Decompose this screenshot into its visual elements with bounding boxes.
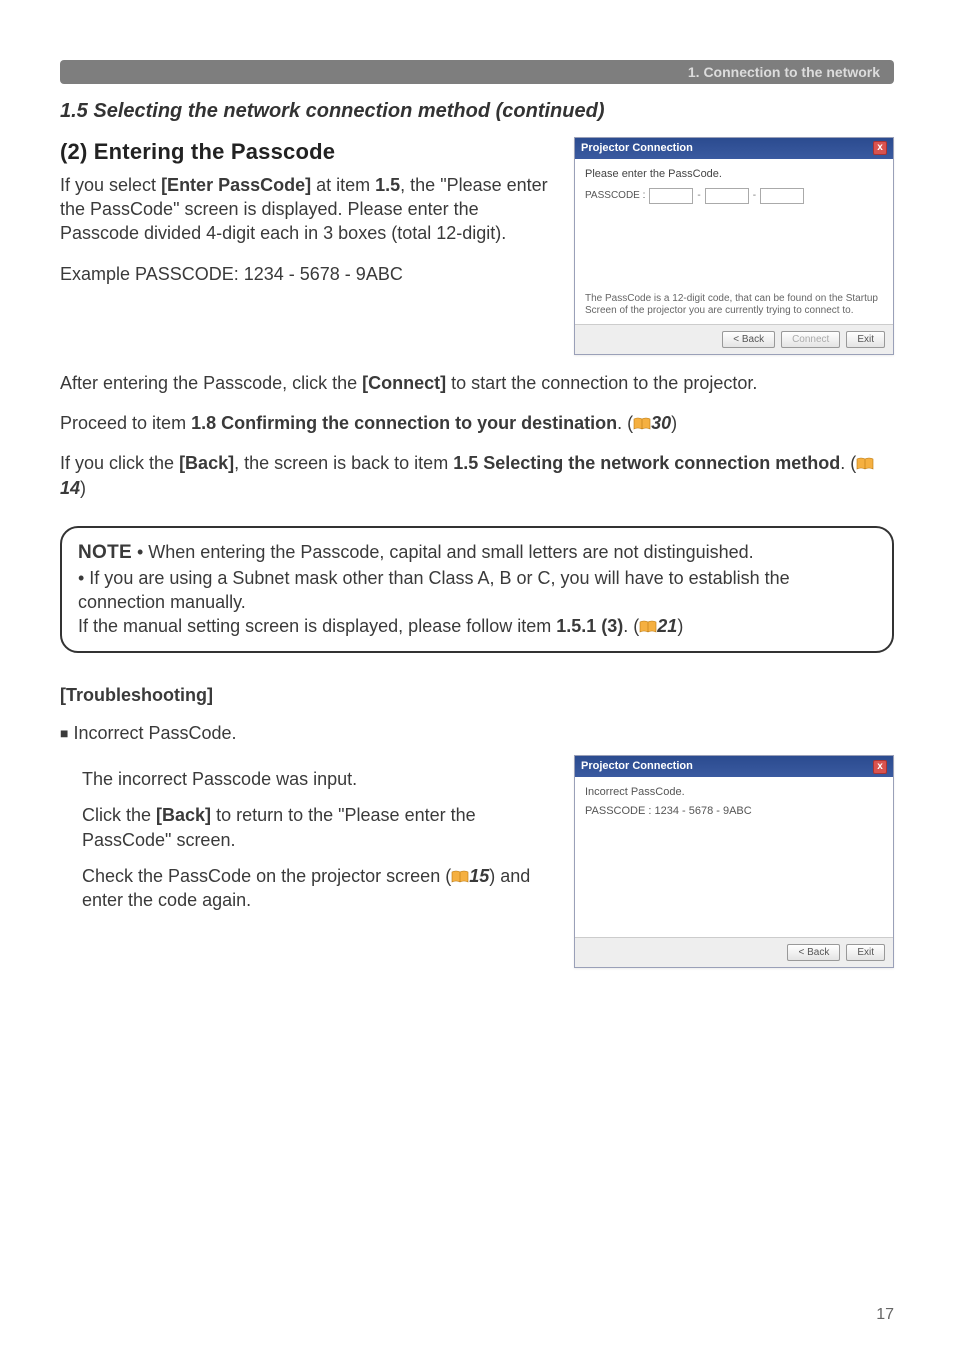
trouble-p3: Check the PassCode on the projector scre…: [82, 864, 550, 913]
proceed-paragraph: Proceed to item 1.8 Confirming the conne…: [60, 411, 894, 435]
note-box: NOTE • When entering the Passcode, capit…: [60, 526, 894, 653]
trouble-p2: Click the [Back] to return to the "Pleas…: [82, 803, 550, 852]
item-ref: 1.5: [375, 175, 400, 195]
after-entering-paragraph: After entering the Passcode, click the […: [60, 371, 894, 395]
page-ref: 15: [469, 866, 489, 886]
exit-button[interactable]: Exit: [846, 331, 885, 348]
dialog-titlebar: Projector Connection x: [575, 756, 893, 777]
text: Proceed to item: [60, 413, 191, 433]
sub-heading: (2) Entering the Passcode: [60, 137, 550, 167]
item-ref-1_5_1: 1.5.1 (3): [556, 616, 623, 636]
intro-paragraph: If you select [Enter PassCode] at item 1…: [60, 173, 550, 246]
note-label: NOTE: [78, 542, 132, 563]
item-ref-1_5: 1.5 Selecting the network connection met…: [453, 453, 840, 473]
text: . (: [840, 453, 856, 473]
dialog-titlebar: Projector Connection x: [575, 138, 893, 159]
incorrect-passcode-dialog: Projector Connection x Incorrect PassCod…: [574, 755, 894, 968]
section-heading: 1.5 Selecting the network connection met…: [60, 98, 894, 125]
trouble-p1: The incorrect Passcode was input.: [82, 767, 550, 791]
book-icon: [639, 620, 657, 634]
text: Check the PassCode on the projector scre…: [82, 866, 451, 886]
back-label: [Back]: [179, 453, 234, 473]
passcode-dialog: Projector Connection x Please enter the …: [574, 137, 894, 355]
text: . (: [623, 616, 639, 636]
item-ref-1_8: 1.8 Confirming the connection to your de…: [191, 413, 617, 433]
back-label: [Back]: [156, 805, 211, 825]
connect-button[interactable]: Connect: [781, 331, 840, 348]
book-icon: [451, 870, 469, 884]
dialog-prompt: Please enter the PassCode.: [585, 167, 883, 182]
text: If the manual setting screen is displaye…: [78, 616, 556, 636]
troubleshooting-heading: [Troubleshooting]: [60, 683, 894, 707]
note-line-3: If the manual setting screen is displaye…: [78, 614, 876, 638]
dialog-error-line: Incorrect PassCode.: [585, 785, 883, 800]
text: to start the connection to the projector…: [446, 373, 757, 393]
bullet-text: Incorrect PassCode.: [73, 723, 236, 743]
bullet-incorrect-passcode: ■ Incorrect PassCode.: [60, 721, 894, 745]
text: . (: [617, 413, 633, 433]
dialog-title-text: Projector Connection: [581, 141, 693, 156]
close-icon[interactable]: x: [873, 760, 887, 774]
note-line-2: • If you are using a Subnet mask other t…: [78, 566, 876, 615]
passcode-box-2[interactable]: [705, 188, 749, 204]
exit-button[interactable]: Exit: [846, 944, 885, 961]
text: Click the: [82, 805, 156, 825]
back-button[interactable]: < Back: [787, 944, 840, 961]
passcode-box-3[interactable]: [760, 188, 804, 204]
square-bullet-icon: ■: [60, 725, 68, 741]
example-passcode-line: Example PASSCODE: 1234 - 5678 - 9ABC: [60, 262, 550, 286]
connect-label: [Connect]: [362, 373, 446, 393]
passcode-label: PASSCODE :: [585, 189, 645, 203]
text: If you click the: [60, 453, 179, 473]
book-icon: [633, 417, 651, 431]
page-number: 17: [876, 1304, 894, 1326]
text: After entering the Passcode, click the: [60, 373, 362, 393]
passcode-input-row: PASSCODE : - -: [585, 188, 883, 204]
text: , the screen is back to item: [234, 453, 453, 473]
close-icon[interactable]: x: [873, 141, 887, 155]
chapter-header-bar: 1. Connection to the network: [60, 60, 894, 84]
dash-icon: -: [753, 189, 756, 203]
book-icon: [856, 457, 874, 471]
chapter-title: 1. Connection to the network: [688, 63, 880, 82]
page-ref: 21: [657, 616, 677, 636]
dash-icon: -: [697, 189, 700, 203]
text: ): [80, 478, 86, 498]
dialog-passcode-line: PASSCODE : 1234 - 5678 - 9ABC: [585, 804, 883, 819]
enter-passcode-label: [Enter PassCode]: [161, 175, 311, 195]
text: at item: [311, 175, 375, 195]
back-paragraph: If you click the [Back], the screen is b…: [60, 451, 894, 500]
page-ref: 30: [651, 413, 671, 433]
text: If you select: [60, 175, 161, 195]
text: ): [671, 413, 677, 433]
note-line-1: • When entering the Passcode, capital an…: [132, 542, 754, 562]
dialog-footnote: The PassCode is a 12-digit code, that ca…: [575, 289, 893, 324]
page-ref: 14: [60, 478, 80, 498]
passcode-box-1[interactable]: [649, 188, 693, 204]
back-button[interactable]: < Back: [722, 331, 775, 348]
dialog-title-text: Projector Connection: [581, 759, 693, 774]
text: ): [677, 616, 683, 636]
